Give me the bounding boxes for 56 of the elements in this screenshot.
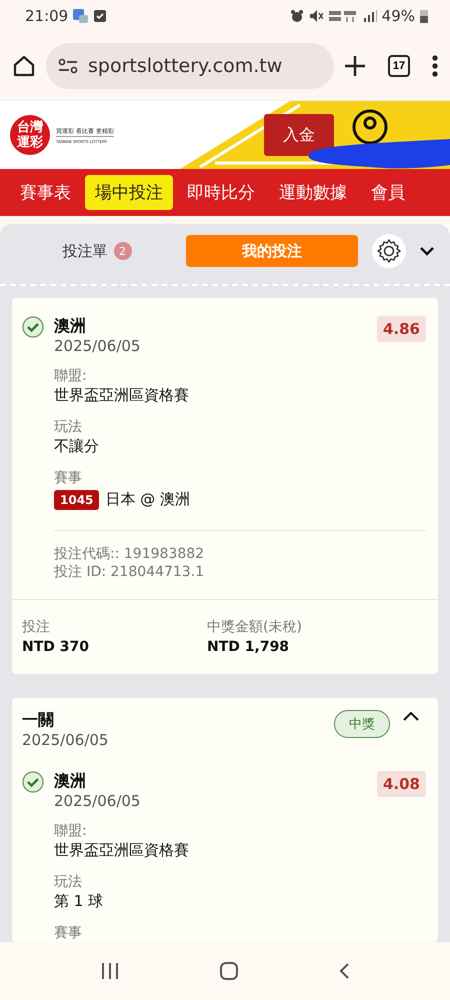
translate-icon bbox=[73, 8, 90, 24]
bet-date: 2025/06/05 bbox=[54, 337, 142, 355]
field-label: 賽事 bbox=[54, 924, 83, 942]
plus-icon[interactable] bbox=[344, 55, 366, 77]
menu-icon[interactable] bbox=[432, 55, 438, 77]
payout-label: 中獎金額(未稅) bbox=[207, 618, 303, 636]
nav-tab[interactable]: 賽事表 bbox=[10, 175, 81, 210]
nav-tab[interactable]: 即時比分 bbox=[177, 175, 265, 210]
field-value: 不讓分 bbox=[54, 436, 100, 457]
payout-amount: NTD 1,798 bbox=[207, 638, 290, 657]
site-settings-icon bbox=[58, 58, 78, 74]
odds-badge: 4.86 bbox=[376, 316, 426, 342]
battery-level: 49% bbox=[382, 7, 415, 25]
field-label: 聯盟: bbox=[54, 822, 88, 840]
field-value: 第 1 球 bbox=[54, 891, 104, 912]
bet-type-title: 一關 bbox=[22, 710, 55, 731]
field-label: 聯盟: bbox=[54, 367, 88, 385]
home-nav-button[interactable] bbox=[218, 961, 239, 981]
recent-apps-button[interactable] bbox=[100, 962, 120, 980]
field-value: 日本 @ 澳洲 bbox=[105, 489, 190, 510]
team-name: 澳洲 bbox=[54, 771, 87, 792]
nav-tab[interactable]: 會員 bbox=[361, 175, 415, 210]
back-button[interactable] bbox=[338, 962, 350, 980]
stake-label: 投注 bbox=[22, 618, 51, 636]
logo-badge: 台灣運彩 bbox=[10, 115, 50, 155]
tab-count-button[interactable]: 17 bbox=[388, 55, 410, 77]
mute-icon bbox=[308, 9, 323, 23]
field-value: 世界盃亞洲區資格賽 bbox=[54, 840, 190, 861]
home-icon[interactable] bbox=[12, 54, 36, 78]
status-badge: 中獎 bbox=[334, 710, 390, 738]
nav-tab[interactable]: 運動數據 bbox=[269, 175, 357, 210]
nav-tab[interactable]: 場中投注 bbox=[85, 175, 173, 210]
deposit-button[interactable]: 入金 bbox=[264, 114, 334, 156]
bet-date: 2025/06/05 bbox=[22, 731, 110, 749]
settings-icon[interactable] bbox=[372, 234, 406, 268]
field-label: 賽事 bbox=[54, 469, 83, 487]
battery-icon bbox=[420, 9, 428, 23]
odds-badge: 4.08 bbox=[376, 771, 426, 797]
panel-tab[interactable]: 投注單 2 bbox=[22, 236, 172, 266]
field-label: 玩法 bbox=[54, 418, 83, 436]
field-label: 玩法 bbox=[54, 873, 83, 891]
signal-icon bbox=[362, 9, 377, 23]
stake-amount: NTD 370 bbox=[22, 638, 90, 657]
url-text: sportslottery.com.tw bbox=[88, 55, 282, 77]
bet-date: 2025/06/05 bbox=[54, 792, 142, 810]
user-icon[interactable] bbox=[352, 109, 388, 145]
event-code-badge: 1045 bbox=[54, 490, 100, 510]
address-bar[interactable]: sportslottery.com.tw bbox=[46, 43, 334, 89]
chevron-down-icon[interactable] bbox=[420, 246, 434, 256]
bet-reference: 投注代碼:: 191983882 bbox=[54, 545, 206, 563]
chevron-up-icon[interactable] bbox=[402, 710, 420, 722]
field-value: 世界盃亞洲區資格賽 bbox=[54, 385, 190, 406]
checkbox-icon bbox=[94, 10, 106, 22]
clock-time: 21:09 bbox=[25, 7, 68, 25]
bet-reference: 投注 ID: 218044713.1 bbox=[54, 563, 206, 581]
team-name: 澳洲 bbox=[54, 316, 87, 337]
